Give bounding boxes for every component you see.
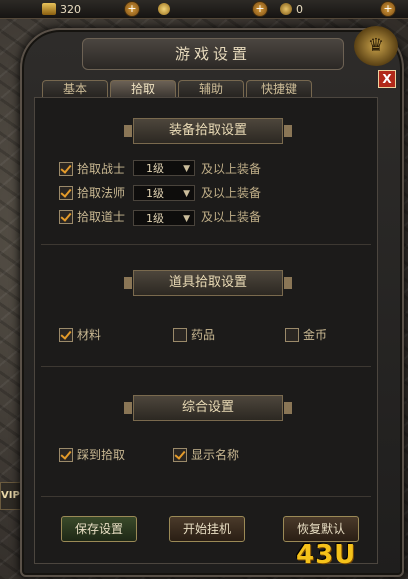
equipment-pickup-title: 装备拾取设置 (124, 118, 292, 144)
mage-level-select[interactable]: 1级 ▼ (133, 185, 195, 201)
pickup-potions-checkbox[interactable] (173, 327, 187, 342)
taoist-level-select[interactable]: 1级 ▼ (133, 210, 195, 226)
tab-hotkeys[interactable]: 快捷键 (246, 80, 312, 98)
add-coin-button[interactable]: + (252, 1, 268, 17)
pickup-gold-row: 金币 (285, 326, 327, 343)
step-pickup-checkbox[interactable] (59, 447, 73, 462)
pickup-mage-checkbox[interactable] (59, 185, 73, 200)
pickup-gold-label: 金币 (303, 328, 328, 342)
lock-coin-icon (280, 3, 292, 15)
warrior-level-select[interactable]: 1级 ▼ (133, 160, 195, 176)
coupon-amount: 0 (296, 2, 303, 16)
section-divider (41, 244, 371, 245)
taoist-level-value: 1级 (146, 212, 164, 225)
section-divider (41, 496, 371, 497)
pickup-potions-row: 药品 (173, 326, 215, 343)
tab-basic[interactable]: 基本 (42, 80, 108, 98)
site-logo: 43U (296, 540, 357, 570)
pickup-materials-checkbox[interactable] (59, 327, 73, 342)
start-autoplay-button[interactable]: 开始挂机 (169, 516, 245, 542)
pickup-potions-label: 药品 (191, 328, 216, 342)
step-pickup-label: 踩到拾取 (77, 448, 126, 462)
emblem-icon: ♛ (354, 26, 398, 66)
pickup-materials-row: 材料 (59, 326, 101, 343)
settings-tabs: 基本 拾取 辅助 快捷键 (42, 80, 312, 98)
section-divider (41, 366, 371, 367)
show-names-label: 显示名称 (191, 448, 240, 462)
dialog-title: 游戏设置 (82, 38, 344, 70)
mage-level-suffix: 及以上装备 (201, 186, 262, 200)
gold-amount: 320 (60, 2, 81, 16)
close-button[interactable]: X (378, 70, 396, 88)
general-settings-title: 综合设置 (124, 395, 292, 421)
item-pickup-title: 道具拾取设置 (124, 270, 292, 296)
gold-ingot-icon (42, 3, 56, 15)
pickup-warrior-row: 拾取战士 (59, 160, 125, 177)
coupon-resource: 0 (280, 1, 303, 17)
chevron-down-icon: ▼ (183, 214, 190, 224)
add-coupon-button[interactable]: + (380, 1, 396, 17)
pickup-gold-checkbox[interactable] (285, 327, 299, 342)
chevron-down-icon: ▼ (183, 189, 190, 199)
gold-resource: 320 (42, 1, 81, 17)
pickup-taoist-checkbox[interactable] (59, 209, 73, 224)
vip-badge[interactable]: VIP (0, 482, 22, 510)
pickup-taoist-row: 拾取道士 (59, 208, 125, 225)
pickup-mage-row: 拾取法师 (59, 184, 125, 201)
chevron-down-icon: ▼ (183, 164, 190, 174)
pickup-settings-panel: 装备拾取设置 拾取战士 1级 ▼ 及以上装备 拾取法师 1级 ▼ 及以上装备 拾… (34, 97, 378, 564)
coin-resource (158, 1, 170, 17)
pickup-mage-label: 拾取法师 (77, 186, 126, 200)
step-pickup-row: 踩到拾取 (59, 446, 125, 463)
coin-icon (158, 3, 170, 15)
taoist-level-suffix: 及以上装备 (201, 210, 262, 224)
warrior-level-suffix: 及以上装备 (201, 162, 262, 176)
add-gold-button[interactable]: + (124, 1, 140, 17)
restore-defaults-button[interactable]: 恢复默认 (283, 516, 359, 542)
pickup-warrior-checkbox[interactable] (59, 161, 73, 176)
mage-level-value: 1级 (146, 187, 164, 200)
pickup-taoist-label: 拾取道士 (77, 210, 126, 224)
warrior-level-value: 1级 (146, 162, 164, 175)
show-names-row: 显示名称 (173, 446, 239, 463)
resource-bar: 320 + + 0 + (0, 0, 408, 19)
show-names-checkbox[interactable] (173, 447, 187, 462)
tab-assist[interactable]: 辅助 (178, 80, 244, 98)
pickup-warrior-label: 拾取战士 (77, 162, 126, 176)
pickup-materials-label: 材料 (77, 328, 102, 342)
tab-pickup[interactable]: 拾取 (110, 80, 176, 98)
save-settings-button[interactable]: 保存设置 (61, 516, 137, 542)
